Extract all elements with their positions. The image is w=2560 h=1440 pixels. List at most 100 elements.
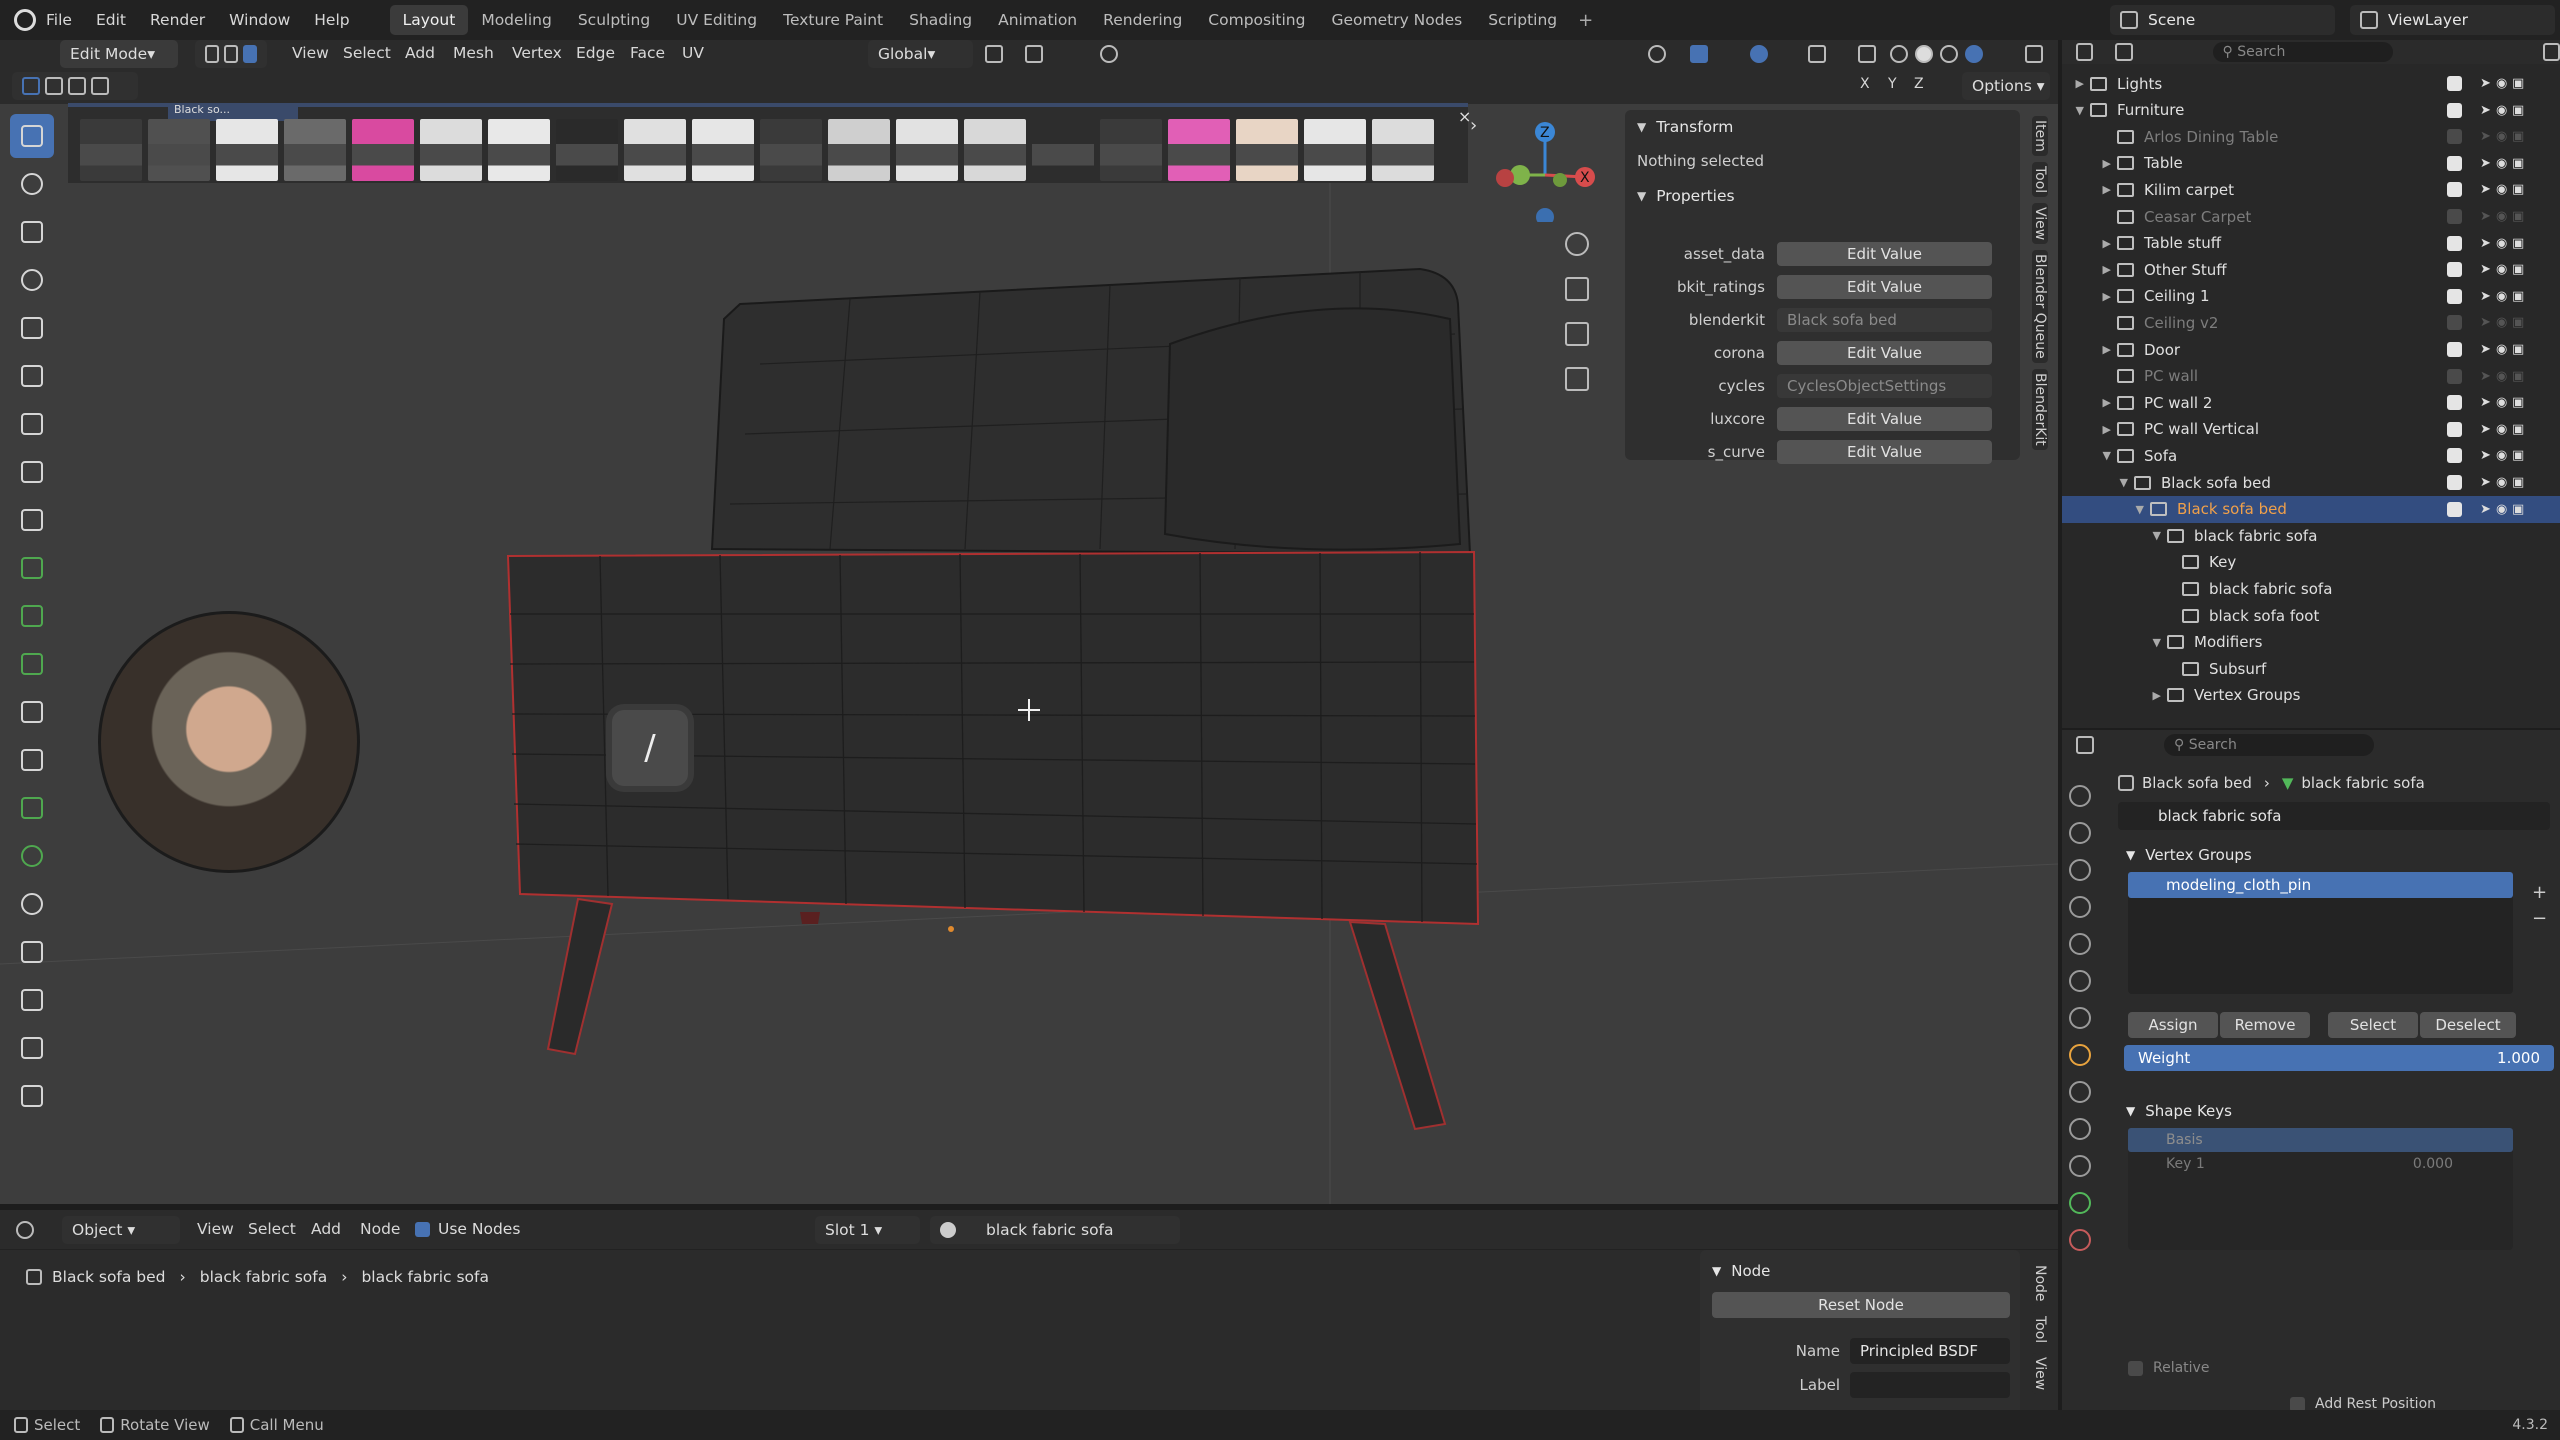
exclude-checkbox[interactable] bbox=[2447, 102, 2462, 118]
select-arrow-icon[interactable]: ➤ bbox=[2480, 236, 2495, 251]
material-shading-icon[interactable] bbox=[1940, 45, 1958, 63]
mesh-data-tab-icon[interactable] bbox=[2069, 1192, 2091, 1214]
property-value[interactable]: Edit Value bbox=[1777, 440, 1992, 464]
tab-tool[interactable]: Tool bbox=[2032, 161, 2048, 198]
menu-file[interactable]: File bbox=[46, 11, 72, 29]
node-name-field[interactable]: Principled BSDF bbox=[1850, 1338, 2010, 1364]
tab-view[interactable]: View bbox=[2032, 1352, 2048, 1394]
eye-icon[interactable]: ◉ bbox=[2496, 475, 2511, 490]
properties-search[interactable]: ⚲ Search bbox=[2164, 734, 2374, 756]
eye-icon[interactable]: ◉ bbox=[2496, 182, 2511, 197]
add-workspace-icon[interactable]: + bbox=[1578, 10, 1593, 31]
property-value[interactable]: Edit Value bbox=[1777, 242, 1992, 266]
edge-slide-tool[interactable] bbox=[10, 930, 54, 974]
select-button[interactable]: Select bbox=[2328, 1012, 2418, 1038]
menu-edge[interactable]: Edge bbox=[576, 44, 615, 62]
assign-button[interactable]: Assign bbox=[2128, 1012, 2218, 1038]
asset-thumbnail[interactable] bbox=[1032, 119, 1094, 181]
select-arrow-icon[interactable]: ➤ bbox=[2480, 475, 2495, 490]
eye-icon[interactable]: ◉ bbox=[2496, 315, 2511, 330]
eye-icon[interactable]: ◉ bbox=[2496, 289, 2511, 304]
expand-arrow-icon[interactable]: ▼ bbox=[2062, 476, 2134, 489]
select-arrow-icon[interactable]: ➤ bbox=[2480, 182, 2495, 197]
eye-icon[interactable]: ◉ bbox=[2496, 236, 2511, 251]
display-mode-icon[interactable] bbox=[2115, 43, 2133, 61]
scroll-arrows-icon[interactable]: › bbox=[1470, 115, 1488, 177]
spin-tool[interactable] bbox=[10, 834, 54, 878]
tab-compositing[interactable]: Compositing bbox=[1195, 5, 1318, 35]
tab-geometry-nodes[interactable]: Geometry Nodes bbox=[1318, 5, 1475, 35]
measure-tool[interactable] bbox=[10, 450, 54, 494]
tab-view[interactable]: View bbox=[2032, 203, 2048, 245]
visibility-icon[interactable] bbox=[1648, 45, 1666, 63]
outliner-item[interactable]: ▶ Lights ➤ ◉ ▣ bbox=[2062, 70, 2560, 97]
select-arrow-icon[interactable]: ➤ bbox=[2480, 289, 2495, 304]
outliner-item[interactable]: Subsurf bbox=[2062, 655, 2560, 682]
eye-icon[interactable]: ◉ bbox=[2496, 502, 2511, 517]
camera-icon[interactable]: ▣ bbox=[2512, 262, 2527, 277]
asset-thumbnail[interactable] bbox=[692, 119, 754, 181]
outliner-item[interactable]: Ceasar Carpet ➤ ◉ ▣ bbox=[2062, 203, 2560, 230]
shape-keys-list[interactable]: Basis Key 1 0.000 bbox=[2128, 1128, 2513, 1250]
edge-select-icon[interactable] bbox=[223, 45, 239, 63]
use-nodes-checkbox[interactable]: Use Nodes bbox=[415, 1220, 520, 1238]
exclude-checkbox[interactable] bbox=[2447, 342, 2462, 357]
outliner-item[interactable]: ▼ Modifiers bbox=[2062, 629, 2560, 656]
select-mode-buttons[interactable] bbox=[195, 40, 267, 68]
shear-tool[interactable] bbox=[10, 1026, 54, 1070]
outliner-item[interactable]: Arlos Dining Table ➤ ◉ ▣ bbox=[2062, 123, 2560, 150]
modifier-tab-icon[interactable] bbox=[2069, 1081, 2091, 1103]
navigation-gizmo[interactable]: Z X bbox=[1480, 112, 1610, 222]
collection-tab-icon[interactable] bbox=[2069, 1007, 2091, 1029]
select-arrow-icon[interactable]: ➤ bbox=[2480, 209, 2495, 224]
outliner-item[interactable]: ▶ Vertex Groups bbox=[2062, 682, 2560, 709]
menu-select[interactable]: Select bbox=[343, 44, 391, 62]
blender-logo-icon[interactable] bbox=[14, 9, 36, 31]
outliner-item[interactable]: black fabric sofa bbox=[2062, 575, 2560, 602]
select-arrow-icon[interactable]: ➤ bbox=[2480, 156, 2495, 171]
asset-thumbnail[interactable] bbox=[896, 119, 958, 181]
view-layer-tab-icon[interactable] bbox=[2069, 896, 2091, 918]
expand-arrow-icon[interactable]: ▶ bbox=[2062, 689, 2167, 702]
tab-shading[interactable]: Shading bbox=[896, 5, 985, 35]
asset-thumbnail[interactable] bbox=[828, 119, 890, 181]
options-button[interactable]: Options ▾ bbox=[1962, 72, 2050, 100]
shape-key-basis[interactable]: Basis bbox=[2128, 1128, 2513, 1152]
eye-icon[interactable]: ◉ bbox=[2496, 156, 2511, 171]
camera-icon[interactable]: ▣ bbox=[2512, 76, 2527, 91]
property-value[interactable]: Edit Value bbox=[1777, 275, 1992, 299]
exclude-checkbox[interactable] bbox=[2447, 209, 2462, 224]
eye-icon[interactable]: ◉ bbox=[2496, 369, 2511, 384]
expand-arrow-icon[interactable]: ▶ bbox=[2062, 183, 2117, 196]
tab-layout[interactable]: Layout bbox=[389, 5, 469, 35]
outliner-item[interactable]: ▶ PC wall Vertical ➤ ◉ ▣ bbox=[2062, 416, 2560, 443]
exclude-checkbox[interactable] bbox=[2447, 182, 2462, 198]
exclude-checkbox[interactable] bbox=[2447, 288, 2462, 304]
camera-icon[interactable]: ▣ bbox=[2512, 502, 2527, 517]
gizmo-icon[interactable] bbox=[1690, 45, 1708, 63]
expand-arrow-icon[interactable]: ▶ bbox=[2062, 237, 2117, 250]
physics-tab-icon[interactable] bbox=[2069, 1155, 2091, 1177]
asset-thumbnail[interactable] bbox=[1168, 119, 1230, 181]
outliner-item[interactable]: Ceiling v2 ➤ ◉ ▣ bbox=[2062, 309, 2560, 336]
object-tab-icon[interactable] bbox=[2069, 1044, 2091, 1066]
knife-tool[interactable] bbox=[10, 738, 54, 782]
expand-arrow-icon[interactable]: ▶ bbox=[2062, 263, 2117, 276]
scene-selector[interactable]: Scene bbox=[2110, 5, 2335, 35]
render-tab-icon[interactable] bbox=[2069, 822, 2091, 844]
select-arrow-icon[interactable]: ➤ bbox=[2480, 129, 2495, 144]
shape-key-1[interactable]: Key 1 0.000 bbox=[2128, 1152, 2513, 1176]
inset-tool[interactable] bbox=[10, 594, 54, 638]
camera-icon[interactable]: ▣ bbox=[2512, 209, 2527, 224]
move-tool[interactable] bbox=[10, 210, 54, 254]
outliner-item[interactable]: ▼ Sofa ➤ ◉ ▣ bbox=[2062, 442, 2560, 469]
pan-hand-icon[interactable] bbox=[1565, 277, 1589, 301]
rip-region-tool[interactable] bbox=[10, 1074, 54, 1118]
select-arrow-icon[interactable]: ➤ bbox=[2480, 448, 2495, 463]
vertex-groups-list[interactable]: modeling_cloth_pin bbox=[2128, 872, 2513, 994]
outliner-item[interactable]: ▶ Table stuff ➤ ◉ ▣ bbox=[2062, 230, 2560, 257]
camera-view-icon[interactable] bbox=[1565, 322, 1589, 346]
material-selector[interactable]: black fabric sofa bbox=[930, 1216, 1180, 1244]
asset-thumbnail[interactable] bbox=[420, 119, 482, 181]
exclude-checkbox[interactable] bbox=[2447, 475, 2462, 490]
